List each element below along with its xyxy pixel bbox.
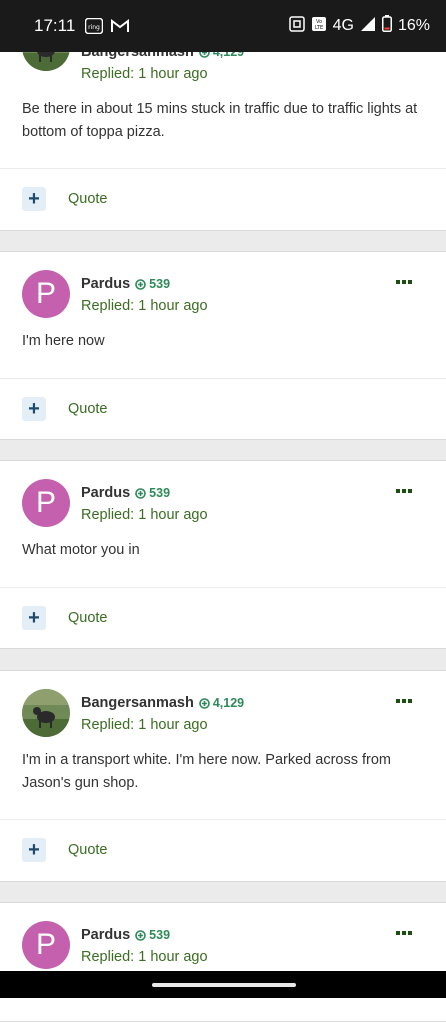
avatar[interactable]: P	[22, 921, 70, 969]
quote-button[interactable]: + Quote	[22, 397, 108, 421]
divider	[0, 819, 446, 820]
author-line: Pardus 539	[81, 485, 170, 501]
post-card: P Pardus 539 Replied: 1 hour ago What mo…	[0, 460, 446, 649]
post-card: Bangersanmash 4,129 Replied: 1 hour ago …	[0, 670, 446, 882]
more-options-icon[interactable]	[396, 489, 412, 493]
reputation-count: 539	[149, 486, 171, 500]
quote-label: Quote	[68, 610, 108, 626]
replied-time[interactable]: Replied: 1 hour ago	[81, 717, 208, 733]
avatar[interactable]: P	[22, 270, 70, 318]
home-gesture-handle[interactable]	[152, 983, 296, 987]
reputation-badge: 4,129	[199, 696, 244, 710]
quote-label: Quote	[68, 842, 108, 858]
divider	[0, 168, 446, 169]
reputation-plus-icon	[135, 929, 146, 941]
author-line: Pardus 539	[81, 276, 170, 292]
quote-button[interactable]: + Quote	[22, 187, 108, 211]
quote-button[interactable]: + Quote	[22, 838, 108, 862]
svg-text:LTE: LTE	[314, 25, 322, 31]
status-bar: 17:11 ring Vo LTE 4G 16%	[0, 0, 446, 52]
reputation-count: 539	[149, 928, 171, 942]
volte-icon: Vo LTE	[311, 16, 327, 37]
gmail-icon	[111, 19, 130, 33]
replied-time[interactable]: Replied: 1 hour ago	[81, 949, 208, 965]
battery-level: 16%	[397, 17, 430, 34]
author-line: Pardus 539	[81, 927, 170, 943]
post-card: P Pardus 539 Replied: 1 hour ago I'm her…	[0, 251, 446, 440]
plus-icon: +	[22, 838, 46, 862]
reputation-badge: 539	[135, 486, 170, 500]
replied-time[interactable]: Replied: 1 hour ago	[81, 507, 208, 523]
reputation-count: 4,129	[212, 696, 245, 710]
quote-button[interactable]: + Quote	[22, 606, 108, 630]
signal-icon	[360, 16, 376, 37]
post-text: Be there in about 15 mins stuck in traff…	[22, 101, 418, 140]
reputation-badge: 539	[135, 928, 170, 942]
reputation-count: 539	[149, 277, 171, 291]
more-options-icon[interactable]	[396, 699, 412, 703]
post-text: I'm in a transport white. I'm here now. …	[22, 752, 391, 791]
author-name[interactable]: Pardus	[81, 927, 130, 943]
reputation-badge: 539	[135, 277, 170, 291]
author-name[interactable]: Pardus	[81, 485, 130, 501]
reputation-plus-icon	[199, 697, 210, 709]
replied-time[interactable]: Replied: 1 hour ago	[81, 66, 208, 82]
reputation-plus-icon	[135, 278, 146, 290]
ring-app-icon: ring	[85, 18, 104, 34]
status-time: 17:11	[34, 16, 76, 35]
network-type: 4G	[332, 17, 354, 34]
plus-icon: +	[22, 606, 46, 630]
plus-icon: +	[22, 187, 46, 211]
svg-text:ring: ring	[88, 24, 100, 31]
divider	[0, 378, 446, 379]
avatar[interactable]	[22, 689, 70, 737]
replied-time[interactable]: Replied: 1 hour ago	[81, 298, 208, 314]
avatar[interactable]: P	[22, 479, 70, 527]
battery-icon	[381, 15, 392, 37]
more-options-icon[interactable]	[396, 280, 412, 284]
author-line: Bangersanmash 4,129	[81, 695, 244, 711]
author-name[interactable]: Bangersanmash	[81, 695, 194, 711]
reputation-plus-icon	[135, 487, 146, 499]
plus-icon: +	[22, 397, 46, 421]
quote-label: Quote	[68, 191, 108, 207]
post-card: P Pardus 539 Replied: 1 hour ago	[0, 902, 446, 1022]
post-text: What motor you in	[22, 542, 140, 558]
post-text: I'm here now	[22, 333, 105, 349]
nfc-icon	[288, 15, 305, 37]
author-name[interactable]: Pardus	[81, 276, 130, 292]
divider	[0, 587, 446, 588]
quote-label: Quote	[68, 401, 108, 417]
more-options-icon[interactable]	[396, 931, 412, 935]
navigation-bar	[0, 971, 446, 998]
